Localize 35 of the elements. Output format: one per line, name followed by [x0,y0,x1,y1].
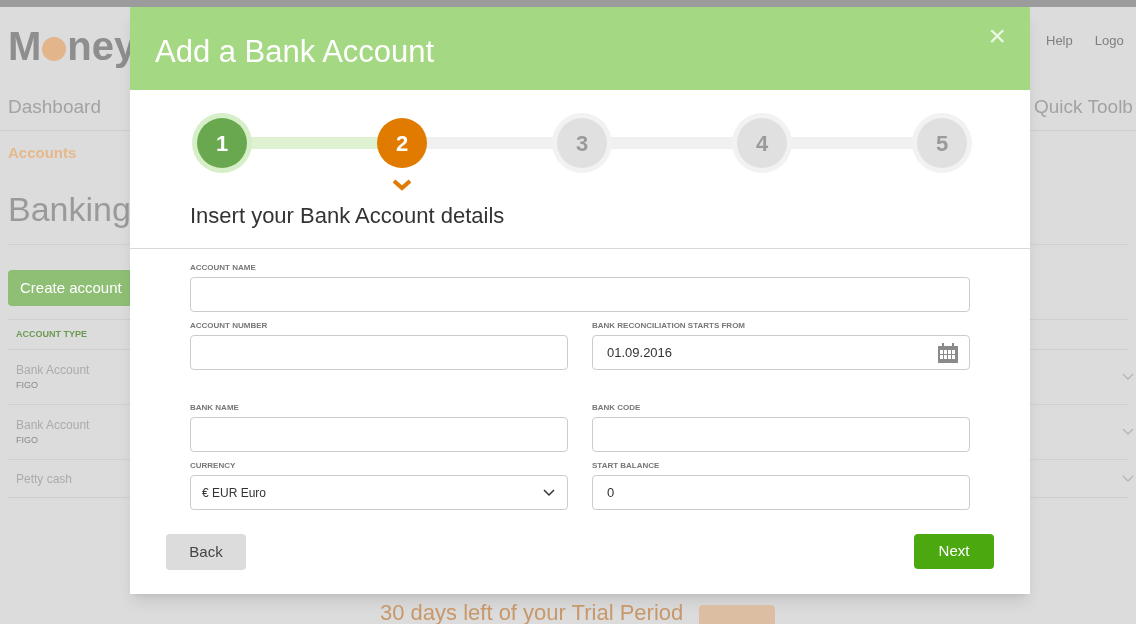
field-label: BANK NAME [190,403,240,412]
dialog-title: Add a Bank Account [155,33,435,71]
step-heading: Insert your Bank Account details [190,202,506,230]
chevron-icon [392,179,412,191]
table-cell-text: FIGO [16,434,39,448]
input-field[interactable] [190,417,568,452]
currency-dropdown[interactable]: € EUR Euro [190,475,568,510]
top-link[interactable]: Help [1046,31,1073,51]
input-field[interactable] [592,417,970,452]
back-button[interactable]: Back [166,534,246,570]
calendar-icon[interactable] [937,341,959,364]
input-field[interactable] [190,335,568,370]
caret-icon [543,488,555,497]
field-label: BANK CODE [592,403,642,412]
input-field[interactable] [190,277,970,312]
table-cell-text: FIGO [16,379,39,393]
field-label: ACCOUNT NUMBER [190,321,269,330]
chevron-icon[interactable] [1122,428,1134,436]
date-field[interactable]: 01.09.2016 [592,335,970,370]
nav-link[interactable]: Dashboard [8,93,101,122]
field-label: CURRENCY [190,461,237,470]
chevron-icon[interactable] [1122,373,1134,381]
field-label: START BALANCE [592,461,661,470]
field-label: BANK RECONCILIATION STARTS FROM [592,321,747,330]
next-button[interactable]: Next [914,534,994,569]
column-header: ACCOUNT TYPE [16,327,87,341]
close-button[interactable]: × [988,21,1006,51]
top-link[interactable]: Logo [1094,31,1124,51]
upgrade-button[interactable] [699,604,776,624]
trial-text: 30 days left of your Trial Period [380,599,684,624]
page-title: Banking [8,189,131,230]
chevron-icon[interactable] [1122,474,1134,483]
nav-link[interactable]: Quick Toolb [1034,93,1136,122]
input-field[interactable]: 0 [592,475,970,510]
field-label: ACCOUNT NAME [190,263,257,272]
